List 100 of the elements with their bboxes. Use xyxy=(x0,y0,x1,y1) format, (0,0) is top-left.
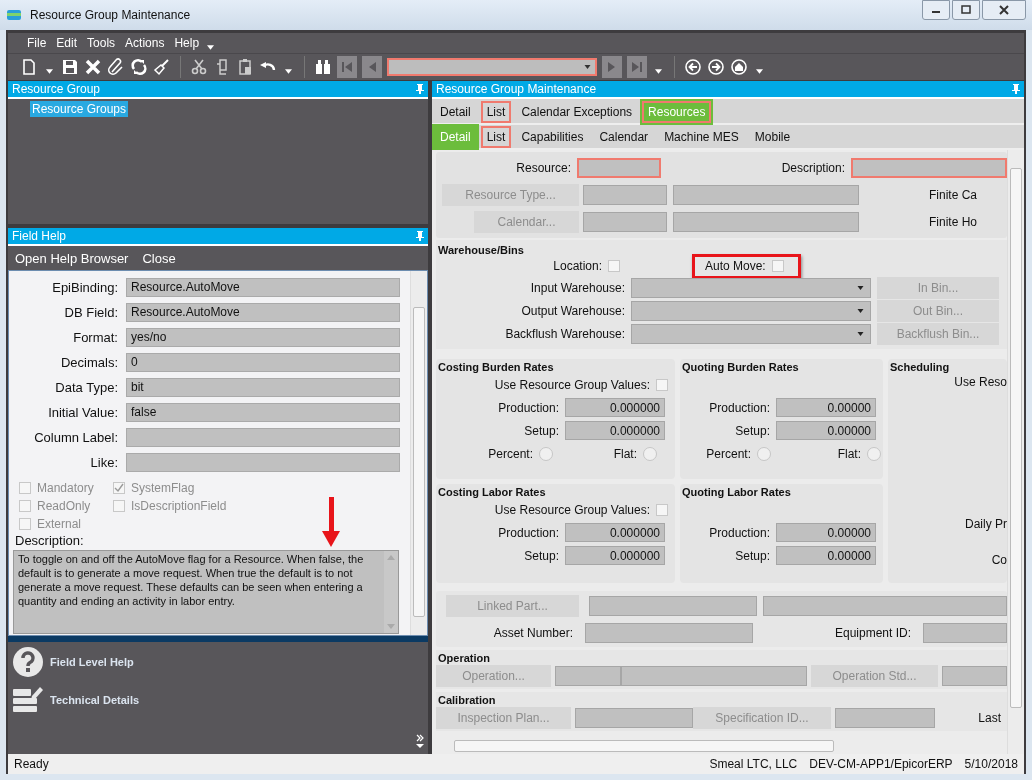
description-box[interactable] xyxy=(13,550,399,634)
dropdown[interactable] xyxy=(631,323,871,344)
input-field[interactable]: 0.000000 xyxy=(565,523,665,542)
help-link[interactable]: Field Level Help xyxy=(50,656,134,668)
first-record-button[interactable] xyxy=(337,56,357,78)
input-field[interactable]: 0.00000 xyxy=(776,421,876,440)
input-field[interactable] xyxy=(126,453,400,472)
input-field[interactable] xyxy=(126,428,400,447)
caret-icon[interactable] xyxy=(207,44,215,50)
scroll-up-icon[interactable] xyxy=(387,555,395,560)
scrollbar[interactable] xyxy=(410,271,427,635)
pin-icon[interactable] xyxy=(416,84,424,94)
previous-record-button[interactable] xyxy=(362,56,382,78)
input-field[interactable] xyxy=(673,211,859,232)
save-icon[interactable] xyxy=(61,58,79,76)
scrollbar[interactable] xyxy=(1007,150,1024,754)
input-field[interactable]: 0.000000 xyxy=(565,398,665,417)
section-title: Scheduling xyxy=(889,360,950,373)
forward-icon[interactable] xyxy=(707,58,725,76)
scroll-down-icon[interactable] xyxy=(387,624,395,629)
field-label: Use Reso xyxy=(954,375,1007,389)
minimize-button[interactable] xyxy=(922,0,950,20)
input-field[interactable]: 0.00000 xyxy=(776,398,876,417)
dropdown[interactable] xyxy=(631,300,871,321)
refresh-icon[interactable] xyxy=(130,58,148,76)
input-field[interactable] xyxy=(835,708,935,728)
new-document-icon[interactable] xyxy=(20,58,38,76)
delete-icon[interactable] xyxy=(84,58,102,76)
broom-icon[interactable] xyxy=(153,58,171,76)
input-field[interactable] xyxy=(589,595,757,616)
back-icon[interactable] xyxy=(684,58,702,76)
close-button[interactable] xyxy=(982,0,1026,20)
field-label: Last xyxy=(977,711,1002,725)
caret-icon[interactable] xyxy=(655,68,662,74)
input-field[interactable] xyxy=(555,666,621,686)
input-field[interactable] xyxy=(585,622,753,643)
tab[interactable]: Machine MES xyxy=(658,126,745,148)
input-field[interactable] xyxy=(575,708,693,728)
menu-item[interactable]: Open Help Browser xyxy=(15,250,129,266)
input-field[interactable]: 0.00000 xyxy=(776,546,876,565)
input-field[interactable]: 0.000000 xyxy=(565,546,665,565)
input-field[interactable]: Resource.AutoMove xyxy=(126,278,400,297)
checkbox[interactable] xyxy=(656,503,668,516)
checkbox[interactable] xyxy=(771,259,784,272)
checkbox[interactable] xyxy=(608,260,620,272)
radio-button[interactable] xyxy=(867,446,881,461)
pin-icon[interactable] xyxy=(416,231,424,241)
input-field[interactable] xyxy=(583,184,667,205)
input-field[interactable]: false xyxy=(126,403,400,422)
radio-button[interactable] xyxy=(539,446,553,461)
cut-icon[interactable] xyxy=(190,58,208,76)
overflow-icon[interactable] xyxy=(416,734,424,748)
input-field[interactable] xyxy=(763,595,1007,616)
record-combo-box[interactable] xyxy=(387,58,597,76)
menu-item[interactable]: Tools xyxy=(82,36,121,50)
caret-icon[interactable] xyxy=(756,68,763,74)
last-record-button[interactable] xyxy=(627,56,647,78)
menu-item[interactable]: Close xyxy=(142,250,176,266)
input-field[interactable]: yes/no xyxy=(126,328,400,347)
binoculars-icon[interactable] xyxy=(314,58,332,76)
pin-icon[interactable] xyxy=(1012,84,1020,94)
home-icon[interactable] xyxy=(730,58,748,76)
tab[interactable]: List xyxy=(480,100,512,123)
checkbox-label: IsDescriptionField xyxy=(131,499,227,513)
tab[interactable]: Mobile xyxy=(748,126,797,148)
menu-item[interactable]: File xyxy=(22,36,52,50)
help-link[interactable]: Technical Details xyxy=(50,694,140,706)
input-field[interactable] xyxy=(577,157,661,178)
maximize-button[interactable] xyxy=(952,0,980,20)
radio-button[interactable] xyxy=(643,446,657,461)
input-field[interactable]: 0.000000 xyxy=(565,421,665,440)
tab[interactable]: Calendar xyxy=(593,126,655,148)
input-field[interactable] xyxy=(621,666,807,686)
dropdown[interactable] xyxy=(631,277,871,298)
paste-icon[interactable] xyxy=(236,58,254,76)
tab[interactable]: Capabilities xyxy=(515,126,590,148)
tab[interactable]: Detail xyxy=(434,100,477,123)
input-field[interactable] xyxy=(851,157,1007,178)
question-mark-icon[interactable] xyxy=(12,646,44,678)
menu-item[interactable]: Actions xyxy=(120,36,170,50)
caret-icon[interactable] xyxy=(46,68,53,74)
input-field[interactable] xyxy=(673,184,859,205)
input-field[interactable]: bit xyxy=(126,378,400,397)
input-field[interactable] xyxy=(583,211,667,232)
menu-item[interactable]: Edit xyxy=(51,36,83,50)
input-field[interactable]: 0.00000 xyxy=(776,523,876,542)
tab[interactable]: Calendar Exceptions xyxy=(515,100,639,123)
input-field[interactable]: Resource.AutoMove xyxy=(126,303,400,322)
menu-item[interactable]: Help xyxy=(169,36,205,50)
input-field[interactable]: 0 xyxy=(126,353,400,372)
next-record-button[interactable] xyxy=(602,56,622,78)
caret-icon[interactable] xyxy=(285,68,292,74)
input-field[interactable] xyxy=(923,622,1007,643)
paperclip-icon[interactable] xyxy=(107,58,125,76)
field-label: Setup: xyxy=(734,548,771,563)
checkbox[interactable] xyxy=(656,378,668,391)
scrollbar[interactable] xyxy=(384,551,398,633)
radio-button[interactable] xyxy=(757,446,771,461)
tab[interactable]: List xyxy=(480,126,512,148)
input-field[interactable] xyxy=(942,666,1007,686)
